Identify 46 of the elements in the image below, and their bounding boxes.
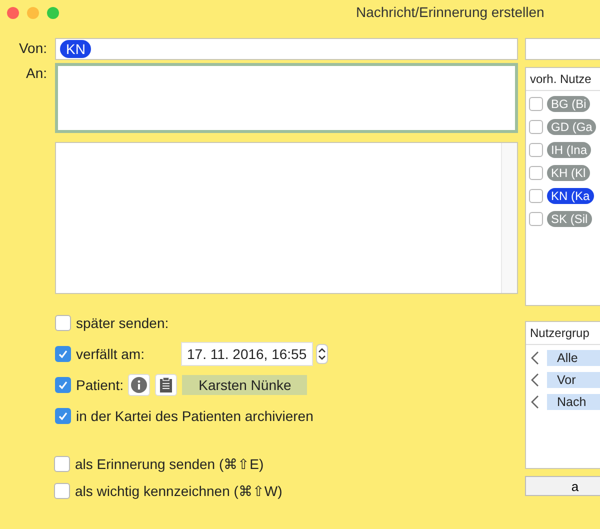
info-button[interactable] (128, 374, 150, 396)
option-label: verfällt am: (76, 346, 146, 362)
patient-name[interactable]: Karsten Nünke (182, 374, 308, 394)
checkbox[interactable] (54, 456, 70, 472)
checkbox[interactable] (55, 314, 71, 330)
date-field[interactable]: 17. 11. 2016, 16:55 (181, 342, 313, 366)
sender-token[interactable]: KN (60, 40, 92, 58)
group-tag[interactable]: Alle (547, 350, 600, 366)
group-tag[interactable]: Nach (547, 394, 600, 410)
close-button[interactable] (7, 7, 19, 19)
recipient-field[interactable] (55, 63, 518, 133)
option-label: Patient: (76, 376, 124, 392)
checkbox[interactable] (529, 188, 543, 202)
message-field[interactable] (55, 142, 518, 294)
from-field[interactable]: KN (55, 38, 518, 60)
user-tag[interactable]: KN (Ka (547, 188, 594, 204)
column-header: Nutzergrup (530, 326, 590, 340)
option-label: als Erinnerung senden (⌘⇧E) (75, 456, 264, 472)
option-label: als wichtig kennzeichnen (⌘⇧W) (75, 482, 282, 498)
option-label: in der Kartei des Patienten archivieren (76, 408, 314, 424)
checkbox[interactable] (55, 408, 71, 424)
to-label: An: (24, 64, 48, 83)
checkbox[interactable] (529, 166, 543, 180)
checkbox[interactable] (529, 142, 543, 156)
checkbox[interactable] (55, 346, 71, 362)
checkmark-icon (57, 410, 69, 422)
window-title: Nachricht/Erinnerung erstellen (356, 4, 544, 20)
minimize-button[interactable] (27, 7, 39, 19)
checkmark-icon (57, 378, 69, 390)
chevron-left-icon[interactable] (531, 395, 539, 409)
from-label: Von: (18, 39, 48, 58)
clipboard-button[interactable] (155, 374, 178, 396)
option-label: später senden: (76, 314, 169, 330)
checkbox[interactable] (529, 96, 543, 110)
chevron-left-icon[interactable] (531, 373, 539, 387)
stepper-icon[interactable] (316, 344, 328, 364)
checkmark-icon (57, 348, 69, 360)
chevron-left-icon[interactable] (531, 351, 539, 365)
column-header: vorh. Nutze (530, 72, 592, 86)
checkbox[interactable] (529, 120, 543, 134)
zoom-button[interactable] (47, 7, 59, 19)
side-button[interactable]: a (525, 476, 600, 496)
checkbox[interactable] (529, 212, 543, 226)
checkbox[interactable] (55, 376, 71, 392)
checkbox[interactable] (54, 482, 70, 498)
group-tag[interactable]: Vor (547, 372, 600, 388)
